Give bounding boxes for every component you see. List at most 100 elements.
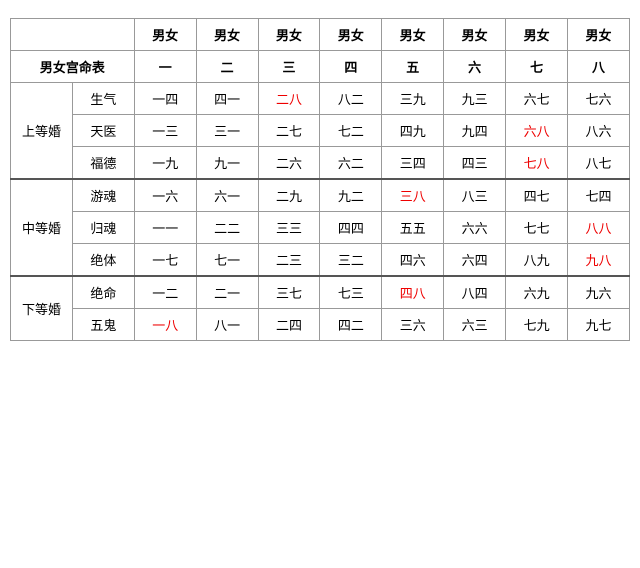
col-1: 一 [134, 51, 196, 83]
cell: 一六 [134, 179, 196, 212]
cell: 二七 [258, 115, 320, 147]
column-header-row2: 男女宫命表 一 二 三 四 五 六 七 八 [11, 51, 630, 83]
cell: 六九 [506, 276, 568, 309]
group-label: 中等婚 [11, 179, 73, 276]
cell: 九二 [320, 179, 382, 212]
header-cell-7: 男女 [506, 19, 568, 51]
cell: 四一 [196, 83, 258, 115]
cell: 七三 [320, 276, 382, 309]
cell: 一二 [134, 276, 196, 309]
cell: 四七 [506, 179, 568, 212]
cell: 四八 [382, 276, 444, 309]
cell: 二九 [258, 179, 320, 212]
cell: 三三 [258, 212, 320, 244]
table-row: 中等婚游魂一六六一二九九二三八八三四七七四 [11, 179, 630, 212]
cell: 九四 [444, 115, 506, 147]
header-cell-3: 男女 [258, 19, 320, 51]
sub-label: 福德 [72, 147, 134, 180]
header-cell-8: 男女 [568, 19, 630, 51]
cell: 四三 [444, 147, 506, 180]
cell: 一八 [134, 309, 196, 341]
cell: 七六 [568, 83, 630, 115]
cell: 九六 [568, 276, 630, 309]
cell: 三四 [382, 147, 444, 180]
header-cell-6: 男女 [444, 19, 506, 51]
table-row: 下等婚绝命一二二一三七七三四八八四六九九六 [11, 276, 630, 309]
cell: 二八 [258, 83, 320, 115]
cell: 八二 [320, 83, 382, 115]
corner-label: 男女宫命表 [11, 51, 135, 83]
cell: 八九 [506, 244, 568, 277]
cell: 三八 [382, 179, 444, 212]
col-6: 六 [444, 51, 506, 83]
table-row: 归魂一一二二三三四四五五六六七七八八 [11, 212, 630, 244]
sub-label: 绝命 [72, 276, 134, 309]
cell: 四六 [382, 244, 444, 277]
group-label: 上等婚 [11, 83, 73, 180]
table-row: 福德一九九一二六六二三四四三七八八七 [11, 147, 630, 180]
cell: 六四 [444, 244, 506, 277]
header-cell-4: 男女 [320, 19, 382, 51]
cell: 九三 [444, 83, 506, 115]
cell: 二二 [196, 212, 258, 244]
cell: 一九 [134, 147, 196, 180]
cell: 四四 [320, 212, 382, 244]
col-7: 七 [506, 51, 568, 83]
table-row: 天医一三三一二七七二四九九四六八八六 [11, 115, 630, 147]
cell: 八六 [568, 115, 630, 147]
col-8: 八 [568, 51, 630, 83]
cell: 六二 [320, 147, 382, 180]
cell: 一七 [134, 244, 196, 277]
cell: 六六 [444, 212, 506, 244]
table-row: 上等婚生气一四四一二八八二三九九三六七七六 [11, 83, 630, 115]
cell: 八三 [444, 179, 506, 212]
sub-label: 绝体 [72, 244, 134, 277]
sub-label: 游魂 [72, 179, 134, 212]
col-4: 四 [320, 51, 382, 83]
cell: 一三 [134, 115, 196, 147]
cell: 九八 [568, 244, 630, 277]
header-cell-5: 男女 [382, 19, 444, 51]
cell: 二四 [258, 309, 320, 341]
cell: 四九 [382, 115, 444, 147]
cell: 九一 [196, 147, 258, 180]
cell: 六三 [444, 309, 506, 341]
cell: 八八 [568, 212, 630, 244]
col-5: 五 [382, 51, 444, 83]
cell: 三九 [382, 83, 444, 115]
cell: 七八 [506, 147, 568, 180]
cell: 八七 [568, 147, 630, 180]
cell: 七一 [196, 244, 258, 277]
cell: 四二 [320, 309, 382, 341]
sub-label: 五鬼 [72, 309, 134, 341]
header-cell-1: 男女 [134, 19, 196, 51]
column-header-row: 男女 男女 男女 男女 男女 男女 男女 男女 [11, 19, 630, 51]
cell: 七四 [568, 179, 630, 212]
cell: 三六 [382, 309, 444, 341]
header-cell-2: 男女 [196, 19, 258, 51]
header-cell-0 [11, 19, 135, 51]
cell: 二三 [258, 244, 320, 277]
sub-label: 生气 [72, 83, 134, 115]
cell: 一一 [134, 212, 196, 244]
cell: 三七 [258, 276, 320, 309]
cell: 八四 [444, 276, 506, 309]
cell: 六一 [196, 179, 258, 212]
group-label: 下等婚 [11, 276, 73, 341]
cell: 三一 [196, 115, 258, 147]
table-row: 五鬼一八八一二四四二三六六三七九九七 [11, 309, 630, 341]
cell: 二一 [196, 276, 258, 309]
cell: 五五 [382, 212, 444, 244]
cell: 七九 [506, 309, 568, 341]
cell: 七二 [320, 115, 382, 147]
cell: 八一 [196, 309, 258, 341]
col-3: 三 [258, 51, 320, 83]
cell: 七七 [506, 212, 568, 244]
cell: 二六 [258, 147, 320, 180]
cell: 三二 [320, 244, 382, 277]
cell: 六八 [506, 115, 568, 147]
cell: 六七 [506, 83, 568, 115]
sub-label: 归魂 [72, 212, 134, 244]
cell: 一四 [134, 83, 196, 115]
sub-label: 天医 [72, 115, 134, 147]
